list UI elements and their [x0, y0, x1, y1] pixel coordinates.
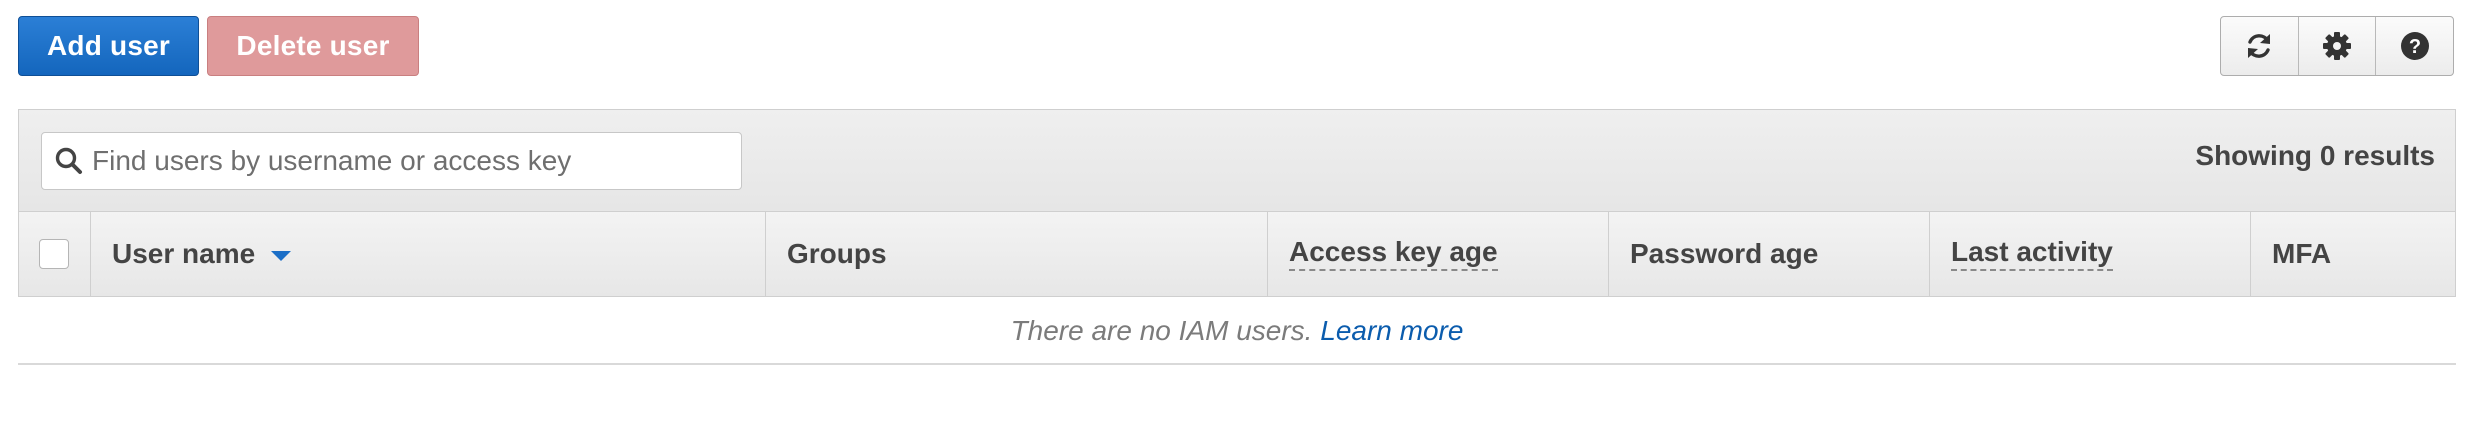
table-tools: ? [2220, 16, 2454, 76]
column-label: Last activity [1951, 236, 2113, 272]
settings-gear-icon [2323, 32, 2351, 60]
learn-more-link[interactable]: Learn more [1320, 315, 1463, 346]
column-label: Access key age [1289, 236, 1498, 272]
search-box[interactable] [41, 132, 742, 190]
empty-state-message: There are no IAM users. [1010, 315, 1313, 346]
settings-button[interactable] [2299, 17, 2377, 75]
svg-text:?: ? [2409, 36, 2421, 58]
search-input[interactable] [92, 145, 712, 177]
column-header-password-age[interactable]: Password age [1609, 212, 1930, 296]
sort-descending-icon [271, 251, 292, 261]
results-count: Showing 0 results [2195, 140, 2435, 171]
search-icon [55, 147, 82, 174]
divider [18, 363, 2456, 365]
column-label: MFA [2272, 238, 2332, 269]
empty-state: There are no IAM users. Learn more [18, 297, 2456, 347]
column-label: User name [112, 238, 256, 269]
select-all-cell [19, 212, 91, 296]
help-icon: ? [2400, 32, 2429, 60]
users-table: Showing 0 results User name Groups Acces… [18, 109, 2456, 297]
column-header-access-key-age[interactable]: Access key age [1268, 212, 1609, 296]
delete-user-button[interactable]: Delete user [207, 16, 419, 76]
column-header-user-name[interactable]: User name [91, 212, 766, 296]
add-user-button[interactable]: Add user [18, 16, 199, 76]
select-all-checkbox[interactable] [39, 239, 69, 269]
filter-bar: Showing 0 results [19, 110, 2455, 212]
column-label: Groups [787, 238, 887, 269]
refresh-button[interactable] [2221, 17, 2299, 75]
column-header-last-activity[interactable]: Last activity [1930, 212, 2251, 296]
column-header-mfa[interactable]: MFA [2251, 212, 2455, 296]
help-button[interactable]: ? [2376, 17, 2453, 75]
table-header: User name Groups Access key age Password… [19, 212, 2455, 296]
column-label: Password age [1630, 238, 1819, 269]
column-header-groups[interactable]: Groups [766, 212, 1268, 296]
refresh-icon [2248, 34, 2271, 58]
